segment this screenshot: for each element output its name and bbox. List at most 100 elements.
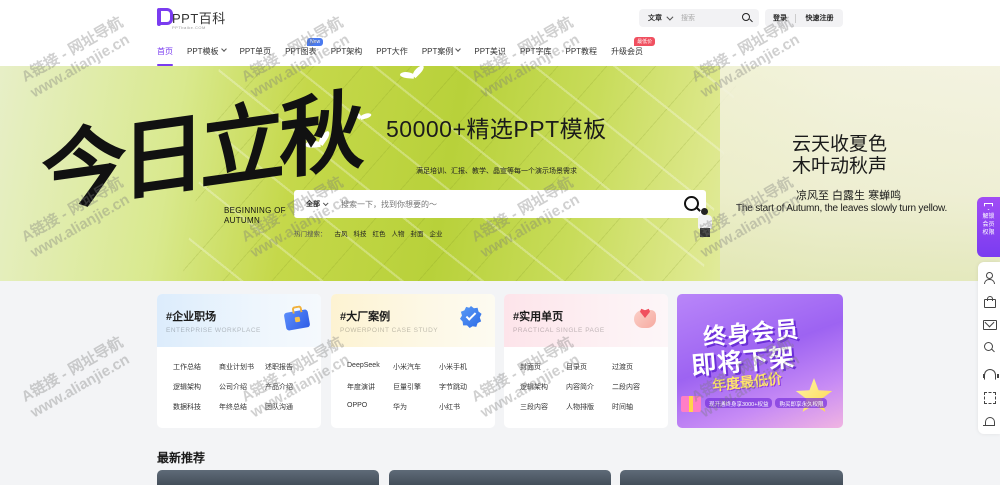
nav-item-label: PPT案例 <box>421 47 454 56</box>
card-link[interactable]: 数据科技 <box>173 402 219 412</box>
card-link[interactable]: 商业计划书 <box>219 362 265 372</box>
nav-item-ppt-knowledge[interactable]: PPT美识 <box>474 46 506 66</box>
banner-search-input[interactable] <box>341 199 676 209</box>
lowest-price-badge: 最低价 <box>634 37 656 46</box>
hot-search-tag[interactable]: 企业 <box>430 228 443 238</box>
card-header[interactable]: #企业职场 ENTERPRISE WORKPLACE <box>157 294 321 347</box>
poem-english: The start of Autumn, the leaves slowly t… <box>736 203 948 214</box>
banner-subtitle: 满足培训、汇报、教学、晶宣等每一个演示场景需求 <box>416 168 577 175</box>
card-link[interactable]: 目录页 <box>566 362 612 372</box>
poem-subline: 凉风至 白露生 寒蝉鸣 <box>796 190 902 202</box>
card-header[interactable]: #实用单页 PRACTICAL SINGLE PAGE <box>504 294 668 347</box>
nav-item-ppt-fonts[interactable]: PPT字库 <box>520 46 552 66</box>
card-link[interactable]: 产品介绍 <box>265 382 311 392</box>
qr-code-icon[interactable] <box>983 391 996 404</box>
card-link[interactable]: 人物排版 <box>566 402 612 412</box>
card-link[interactable]: 团队沟通 <box>265 402 311 412</box>
calligraphy-english-line: AUTUMN <box>224 216 261 225</box>
template-thumbnail[interactable] <box>620 470 843 485</box>
hot-search-tag[interactable]: 科技 <box>354 228 367 238</box>
vip-unlock-tab[interactable]: 解锁会员权限 <box>977 197 1000 257</box>
briefcase-icon <box>283 302 311 332</box>
shopping-bag-icon[interactable] <box>983 295 996 308</box>
card-link[interactable]: 巨量引擎 <box>393 382 439 392</box>
card-link[interactable]: 工作总结 <box>173 362 219 372</box>
card-link[interactable]: 二段内容 <box>612 382 658 392</box>
bell-icon[interactable] <box>983 416 995 428</box>
diamond-icon <box>984 203 993 210</box>
card-link[interactable]: 小米汽车 <box>393 362 439 372</box>
watermark: A链接 - 网址导航 www.alianjie.cn <box>18 333 133 422</box>
user-icon[interactable] <box>983 272 995 284</box>
chevron-down-icon <box>220 46 227 52</box>
nav-item-ppt-charts[interactable]: PPT图表 New <box>285 38 324 66</box>
category-card-enterprise: #企业职场 ENTERPRISE WORKPLACE 工作总结 商业计划书 述职… <box>157 294 321 428</box>
vip-promo-banner[interactable]: 终身会员 即将下架 年度最低价 现开通终身享3000+权益 购买即享永久权限 <box>677 294 843 428</box>
login-button[interactable]: 登录 <box>765 13 795 23</box>
card-header[interactable]: #大厂案例 POWERPOINT CASE STUDY <box>331 294 495 347</box>
site-logo[interactable]: PPT百科 PPTbaike.COM <box>157 8 226 30</box>
mail-icon[interactable] <box>983 318 997 330</box>
header-search-input[interactable]: 搜索 <box>681 13 739 23</box>
nav-item-label: PPT教程 <box>565 47 598 56</box>
template-thumbnail[interactable] <box>157 470 379 485</box>
nav-item-label: PPT大作 <box>376 47 408 56</box>
card-link[interactable]: 封面页 <box>520 362 566 372</box>
card-link[interactable]: 内容简介 <box>566 382 612 392</box>
card-link[interactable]: 小红书 <box>439 402 485 412</box>
card-link[interactable]: 年度演讲 <box>347 382 393 392</box>
search-icon[interactable] <box>983 341 995 353</box>
card-link[interactable]: 过渡页 <box>612 362 658 372</box>
hot-search-tag[interactable]: 古风 <box>335 228 348 238</box>
nav-item-ppt-cases[interactable]: PPT案例 <box>421 46 462 66</box>
card-link[interactable]: 公司介绍 <box>219 382 265 392</box>
chevron-down-icon <box>666 13 674 21</box>
header: PPT百科 PPTbaike.COM 文章 搜索 登录 快速注册 首页 PPT模… <box>0 0 1000 66</box>
card-link[interactable]: 小米手机 <box>439 362 485 372</box>
banner-search-type-select[interactable]: 全部 <box>294 199 329 209</box>
chevron-down-icon <box>322 200 329 207</box>
auth-box: 登录 快速注册 <box>765 9 843 27</box>
nav-item-ppt-tutorials[interactable]: PPT教程 <box>566 46 598 66</box>
nav-item-ppt-masterpiece[interactable]: PPT大作 <box>376 46 408 66</box>
card-link[interactable]: 三段内容 <box>520 402 566 412</box>
nav-item-label: PPT模板 <box>187 47 219 56</box>
card-link[interactable]: 字节跳动 <box>439 382 485 392</box>
register-button[interactable]: 快速注册 <box>796 13 843 23</box>
hot-search-tag[interactable]: 人物 <box>392 228 405 238</box>
nav-item-label: 升级会员 <box>611 47 644 56</box>
search-icon[interactable] <box>739 10 755 26</box>
card-link[interactable]: 华为 <box>393 402 439 412</box>
logo-subtitle: PPTbaike.COM <box>172 25 206 30</box>
nav-item-label: PPT单页 <box>239 47 272 56</box>
template-thumbnail[interactable] <box>389 470 611 485</box>
customer-service-icon[interactable] <box>983 368 999 380</box>
nav-item-upgrade-vip[interactable]: 升级会员 最低价 <box>611 37 656 66</box>
chevron-down-icon <box>455 46 462 52</box>
gift-icon <box>681 396 701 412</box>
nav-item-home[interactable]: 首页 <box>157 46 173 66</box>
nav-item-label: PPT图表 <box>285 47 317 56</box>
nav-item-ppt-architecture[interactable]: PPT架构 <box>331 46 363 66</box>
nav-item-label: PPT美识 <box>474 47 506 56</box>
header-search-type-label: 文章 <box>648 15 662 22</box>
card-link[interactable]: 年终总结 <box>219 402 265 412</box>
header-search: 文章 搜索 <box>639 9 759 27</box>
card-link[interactable]: 述职报告 <box>265 362 311 372</box>
card-link[interactable]: DeepSeek <box>347 362 393 372</box>
nav-item-ppt-templates[interactable]: PPT模板 <box>187 46 227 66</box>
person-illustration <box>694 208 716 238</box>
new-badge: New <box>307 38 324 46</box>
hot-search-tag[interactable]: 红色 <box>373 228 386 238</box>
card-link[interactable]: OPPO <box>347 402 393 412</box>
nav-item-ppt-single[interactable]: PPT单页 <box>240 46 272 66</box>
card-link[interactable]: 时间轴 <box>612 402 658 412</box>
card-link[interactable]: 逻辑架构 <box>173 382 219 392</box>
header-search-type-select[interactable]: 文章 <box>639 13 674 23</box>
category-card-single-page: #实用单页 PRACTICAL SINGLE PAGE 封面页 目录页 过渡页 … <box>504 294 668 428</box>
calligraphy-english-line: BEGINNING OF <box>224 206 286 215</box>
card-link[interactable]: 逻辑架构 <box>520 382 566 392</box>
hot-search-tag[interactable]: 封面 <box>411 228 424 238</box>
page: PPT百科 PPTbaike.COM 文章 搜索 登录 快速注册 首页 PPT模… <box>0 0 1000 485</box>
hero-banner[interactable]: 今日立秋 BEGINNING OF AUTUMN 50000+精选PPT模板 满… <box>0 66 1000 281</box>
